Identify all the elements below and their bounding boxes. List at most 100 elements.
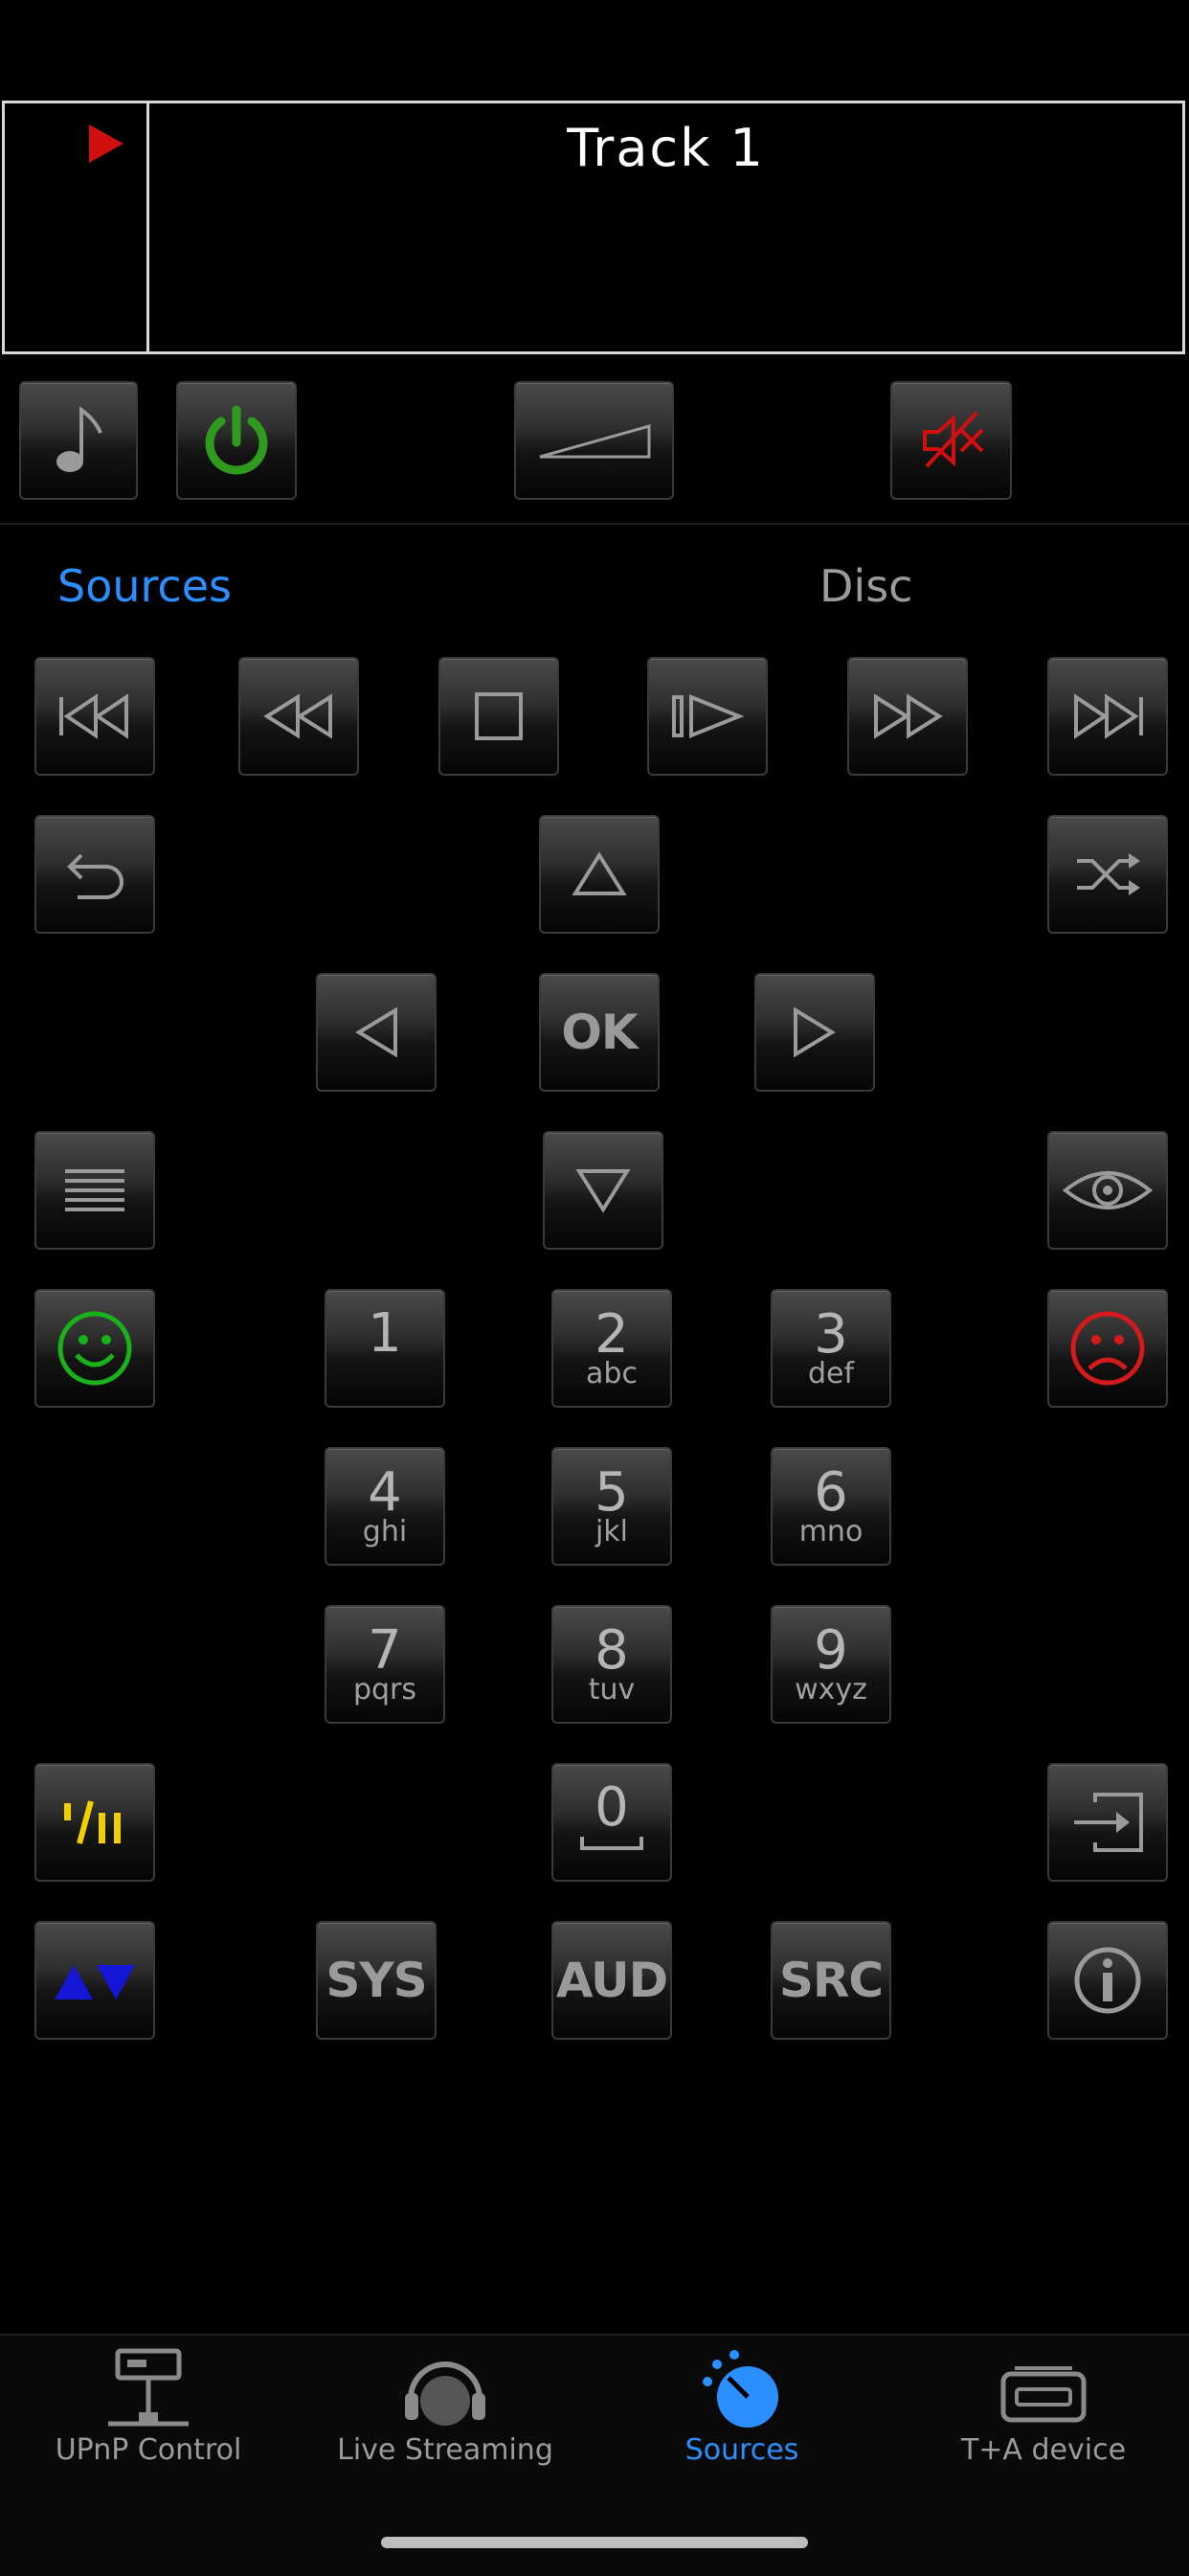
happy-face-icon	[57, 1311, 132, 1386]
input-enter-icon	[1074, 1793, 1143, 1852]
digit-5-letters: jkl	[594, 1515, 629, 1548]
play-indicator-icon	[89, 124, 123, 163]
digit-0-label: 0	[594, 1776, 629, 1839]
up-down-button[interactable]	[34, 1921, 155, 2040]
power-icon	[205, 405, 268, 475]
separator	[0, 523, 1189, 525]
digit-5-label: 5	[594, 1461, 629, 1524]
up-down-triangles-icon	[55, 1965, 135, 2000]
src-button[interactable]: SRC	[771, 1921, 891, 2040]
network-device-icon	[108, 2348, 189, 2427]
tab-upnp-control[interactable]: UPnP Control	[0, 2336, 297, 2498]
digit-2-label: 2	[594, 1303, 629, 1366]
list-menu-icon	[65, 1169, 124, 1211]
digit-6-letters: mno	[798, 1515, 864, 1548]
digit-1-button[interactable]: 1	[325, 1289, 445, 1408]
now-playing-display: Track 1	[2, 101, 1185, 354]
digit-4-button[interactable]: 4 ghi	[325, 1447, 445, 1566]
digit-6-button[interactable]: 6 mno	[771, 1447, 891, 1566]
tab-live-streaming[interactable]: Live Streaming	[297, 2336, 594, 2498]
rewind-button[interactable]	[238, 657, 359, 776]
digit-9-button[interactable]: 9 wxyz	[771, 1605, 891, 1724]
skip-next-button[interactable]	[1047, 657, 1168, 776]
tab-upnp-label: UPnP Control	[55, 2433, 242, 2467]
arrow-down-icon	[575, 1169, 631, 1213]
digit-3-button[interactable]: 3 def	[771, 1289, 891, 1408]
digit-9-letters: wxyz	[795, 1673, 867, 1706]
aud-button[interactable]: AUD	[551, 1921, 672, 2040]
play-pause-button[interactable]	[647, 657, 768, 776]
arrow-right-icon	[794, 1006, 836, 1058]
digit-8-letters: tuv	[588, 1673, 636, 1706]
digit-4-letters: ghi	[362, 1515, 408, 1548]
audio-mode-button[interactable]	[34, 1763, 155, 1882]
shuffle-button[interactable]	[1047, 815, 1168, 934]
digit-8-label: 8	[594, 1619, 629, 1682]
digit-2-button[interactable]: 2 abc	[551, 1289, 672, 1408]
digit-4-label: 4	[368, 1461, 402, 1524]
eye-icon	[1062, 1171, 1154, 1209]
mute-button[interactable]	[890, 381, 1012, 500]
tab-live-label: Live Streaming	[337, 2433, 553, 2467]
stop-button[interactable]	[438, 657, 559, 776]
stop-icon	[475, 692, 523, 740]
volume-ramp-icon	[539, 424, 650, 459]
digit-7-label: 7	[368, 1619, 402, 1682]
digit-0-button[interactable]: 0	[551, 1763, 672, 1882]
rewind-icon	[263, 693, 332, 739]
tab-sources-bar[interactable]: Sources	[594, 2336, 890, 2498]
fast-forward-button[interactable]	[847, 657, 968, 776]
input-button[interactable]	[1047, 1763, 1168, 1882]
sources-dial-icon	[703, 2350, 778, 2428]
shuffle-icon	[1077, 853, 1140, 895]
skip-previous-button[interactable]	[34, 657, 155, 776]
view-button[interactable]	[1047, 1131, 1168, 1250]
skip-next-icon	[1074, 693, 1143, 739]
thumbs-down-button[interactable]	[1047, 1289, 1168, 1408]
music-note-button[interactable]	[19, 381, 138, 500]
right-button[interactable]	[754, 973, 875, 1092]
arrow-left-icon	[355, 1006, 397, 1058]
tab-sources[interactable]: Sources	[57, 560, 232, 612]
sys-button[interactable]: SYS	[316, 1921, 437, 2040]
home-indicator[interactable]	[381, 2537, 808, 2548]
track-title: Track 1	[567, 118, 765, 178]
volume-button[interactable]	[514, 381, 674, 500]
info-icon	[1074, 1947, 1141, 2014]
back-button[interactable]	[34, 815, 155, 934]
tab-disc[interactable]: Disc	[819, 560, 912, 612]
audio-level-icon	[64, 1800, 121, 1844]
thumbs-up-button[interactable]	[34, 1289, 155, 1408]
space-icon	[580, 1837, 643, 1850]
tab-device-label: T+A device	[960, 2433, 1127, 2467]
ok-label: OK	[561, 1005, 638, 1060]
ok-button[interactable]: OK	[539, 973, 660, 1092]
info-button[interactable]	[1047, 1921, 1168, 2040]
menu-button[interactable]	[34, 1131, 155, 1250]
tab-sources-label: Sources	[684, 2433, 799, 2467]
digit-7-letters: pqrs	[352, 1673, 417, 1706]
headphones-globe-icon	[405, 2361, 485, 2426]
device-icon	[1000, 2366, 1087, 2423]
digit-8-button[interactable]: 8 tuv	[551, 1605, 672, 1724]
src-label: SRC	[778, 1953, 884, 2008]
digit-1-label: 1	[368, 1302, 402, 1365]
digit-5-button[interactable]: 5 jkl	[551, 1447, 672, 1566]
digit-3-letters: def	[807, 1357, 855, 1390]
digit-9-label: 9	[814, 1619, 848, 1682]
tab-ta-device[interactable]: T+A device	[895, 2336, 1189, 2498]
up-button[interactable]	[539, 815, 660, 934]
digit-3-label: 3	[814, 1303, 848, 1366]
music-note-icon	[56, 406, 102, 472]
sys-label: SYS	[325, 1953, 427, 2008]
aud-label: AUD	[555, 1953, 668, 2008]
skip-previous-icon	[59, 693, 128, 739]
digit-6-label: 6	[814, 1461, 848, 1524]
digit-2-letters: abc	[586, 1357, 638, 1390]
fast-forward-icon	[874, 693, 943, 739]
digit-7-button[interactable]: 7 pqrs	[325, 1605, 445, 1724]
down-button[interactable]	[543, 1131, 663, 1250]
left-button[interactable]	[316, 973, 437, 1092]
sad-face-icon	[1070, 1311, 1145, 1386]
power-button[interactable]	[176, 381, 297, 500]
